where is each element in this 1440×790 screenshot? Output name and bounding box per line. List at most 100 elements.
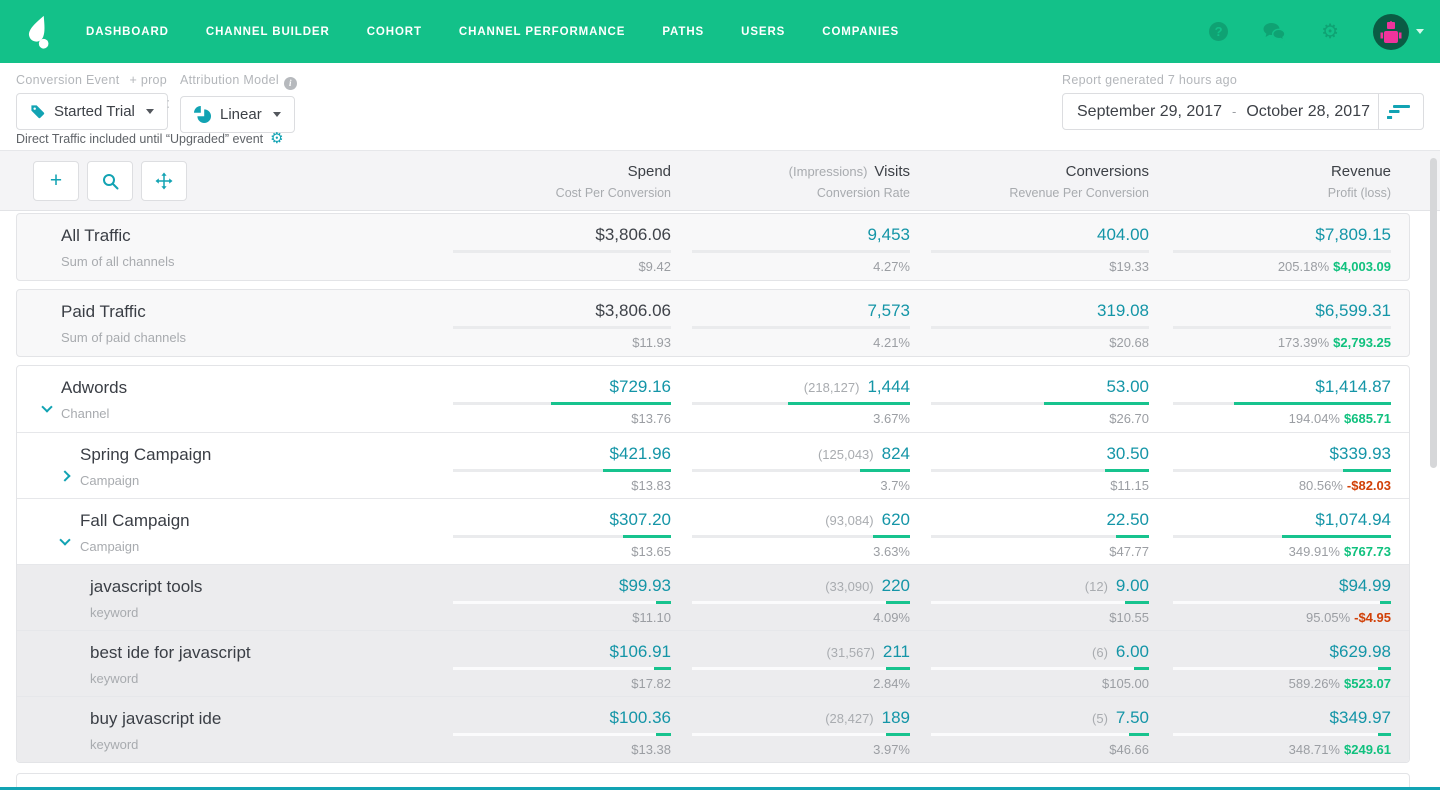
table-toolbar: + <box>33 151 432 210</box>
conversion-event-label: Conversion Event+ prop <box>16 73 168 87</box>
nav-item-channel-builder[interactable]: CHANNEL BUILDER <box>206 26 330 38</box>
column-header-revenue[interactable]: Revenue Profit (loss) <box>1149 151 1391 210</box>
table-row-spring-campaign: Spring CampaignCampaign $421.96$13.83 (1… <box>17 432 1409 498</box>
revenue-cell[interactable]: $7,809.15205.18%$4,003.09 <box>1149 214 1391 280</box>
revenue-cell[interactable]: $349.97348.71%$249.61 <box>1149 697 1391 762</box>
add-channel-button[interactable]: + <box>33 161 79 201</box>
spend-cell[interactable]: $729.16$13.76 <box>432 366 671 432</box>
spend-cell[interactable]: $3,806.06$11.93 <box>432 290 671 356</box>
table-row: Paid Traffic Sum of paid channels $3,806.… <box>17 290 1409 356</box>
nav-item-dashboard[interactable]: DASHBOARD <box>86 26 169 38</box>
note-settings-gear-icon[interactable]: ⚙ <box>270 131 283 146</box>
row-title[interactable]: javascript tools <box>33 565 432 597</box>
date-range-picker[interactable]: September 29, 2017 - October 28, 2017 <box>1062 93 1424 130</box>
row-title[interactable]: Fall Campaign <box>33 499 432 531</box>
conversions-cell[interactable]: (12)9.00$10.55 <box>910 565 1149 630</box>
visits-cell[interactable]: (218,127)1,4443.67% <box>671 366 910 432</box>
conversions-cell[interactable]: 22.50$47.77 <box>910 499 1149 564</box>
conversions-cell[interactable]: (5)7.50$46.66 <box>910 697 1149 762</box>
date-start: September 29, 2017 <box>1077 103 1222 121</box>
tag-icon <box>30 104 45 119</box>
revenue-cell[interactable]: $94.9995.05%-$4.95 <box>1149 565 1391 630</box>
row-title[interactable]: All Traffic <box>33 214 432 246</box>
conversions-cell[interactable]: 30.50$11.15 <box>910 433 1149 498</box>
row-title[interactable]: Spring Campaign <box>33 433 432 465</box>
visits-cell[interactable]: (28,427)1893.97% <box>671 697 910 762</box>
row-title[interactable]: Adwords <box>33 366 432 398</box>
profit-value: $685.71 <box>1344 411 1391 426</box>
visits-cell[interactable]: (125,043)8243.7% <box>671 433 910 498</box>
revenue-cell[interactable]: $1,074.94349.91%$767.73 <box>1149 499 1391 564</box>
spend-cell[interactable]: $421.96$13.83 <box>432 433 671 498</box>
spend-cell[interactable]: $3,806.06$9.42 <box>432 214 671 280</box>
row-type: keyword <box>33 605 432 620</box>
chevron-down-icon <box>273 112 281 117</box>
nav-item-cohort[interactable]: COHORT <box>367 26 422 38</box>
direct-traffic-note: Direct Traffic included until “Upgraded”… <box>16 131 284 146</box>
settings-gear-icon[interactable]: ⚙ <box>1321 22 1339 42</box>
attribution-app: DASHBOARD CHANNEL BUILDER COHORT CHANNEL… <box>0 0 1440 790</box>
chevron-down-icon <box>1416 29 1424 34</box>
visits-cell[interactable]: 7,5734.21% <box>671 290 910 356</box>
add-prop-link[interactable]: + prop <box>129 73 167 87</box>
spend-cell[interactable]: $307.20$13.65 <box>432 499 671 564</box>
row-type: keyword <box>33 671 432 686</box>
conversions-cell[interactable]: (6)6.00$105.00 <box>910 631 1149 696</box>
visits-cell[interactable]: (93,084)6203.63% <box>671 499 910 564</box>
move-button[interactable] <box>141 161 187 201</box>
row-type: Sum of paid channels <box>33 330 432 345</box>
user-menu[interactable] <box>1373 14 1424 50</box>
table-row-fall-campaign: Fall CampaignCampaign $307.20$13.65 (93,… <box>17 498 1409 564</box>
row-title[interactable]: best ide for javascript <box>33 631 432 663</box>
profit-value: -$82.03 <box>1347 478 1391 493</box>
conversion-event-value: Started Trial <box>54 103 135 120</box>
conversions-cell[interactable]: 404.00$19.33 <box>910 214 1149 280</box>
vertical-scrollbar[interactable] <box>1430 158 1437 468</box>
card-paid-traffic: Paid Traffic Sum of paid channels $3,806.… <box>16 289 1410 357</box>
card-channels: AdwordsChannel $729.16$13.76 (218,127)1,… <box>16 365 1410 763</box>
move-icon <box>155 172 173 190</box>
visits-cell[interactable]: 9,4534.27% <box>671 214 910 280</box>
spend-cell[interactable]: $106.91$17.82 <box>432 631 671 696</box>
conversion-event-dropdown[interactable]: Started Trial <box>16 93 168 130</box>
table-row-adwords: AdwordsChannel $729.16$13.76 (218,127)1,… <box>17 366 1409 432</box>
info-icon[interactable]: i <box>284 77 297 90</box>
attribution-model-dropdown[interactable]: Linear <box>180 96 295 133</box>
report-generated-label: Report generated 7 hours ago <box>1062 73 1424 87</box>
attribution-model-label: Attribution Modeli <box>180 73 297 90</box>
column-header-conversions[interactable]: Conversions Revenue Per Conversion <box>910 151 1149 210</box>
row-title[interactable]: Paid Traffic <box>33 290 432 322</box>
nav-item-paths[interactable]: PATHS <box>662 26 704 38</box>
column-header-visits[interactable]: (Impressions)Visits Conversion Rate <box>671 151 910 210</box>
card-all-traffic: All TrafficSum of all channels $3,806.06… <box>16 213 1410 281</box>
profit-value: $767.73 <box>1344 544 1391 559</box>
revenue-cell[interactable]: $629.98589.26%$523.07 <box>1149 631 1391 696</box>
profit-value: $2,793.25 <box>1333 335 1391 350</box>
row-title[interactable]: buy javascript ide <box>33 697 432 729</box>
app-logo[interactable] <box>20 12 60 52</box>
table-row-keyword: best ide for javascript keyword $106.91$1… <box>17 630 1409 696</box>
conversions-cell[interactable]: 319.08$20.68 <box>910 290 1149 356</box>
profit-value: $249.61 <box>1344 742 1391 757</box>
nav-item-channel-performance[interactable]: CHANNEL PERFORMANCE <box>459 26 625 38</box>
nav-item-users[interactable]: USERS <box>741 26 785 38</box>
revenue-cell[interactable]: $6,599.31173.39%$2,793.25 <box>1149 290 1391 356</box>
visits-cell[interactable]: (31,567)2112.84% <box>671 631 910 696</box>
revenue-cell[interactable]: $339.9380.56%-$82.03 <box>1149 433 1391 498</box>
table-row-keyword: javascript tools keyword $99.93$11.10 (33… <box>17 564 1409 630</box>
nav-item-companies[interactable]: COMPANIES <box>822 26 899 38</box>
visits-cell[interactable]: (33,090)2204.09% <box>671 565 910 630</box>
impressions-label: (Impressions) <box>789 164 868 179</box>
chat-icon[interactable] <box>1262 22 1287 42</box>
filter-icon[interactable] <box>1379 105 1423 119</box>
spend-cell[interactable]: $100.36$13.38 <box>432 697 671 762</box>
avatar <box>1373 14 1409 50</box>
top-nav: DASHBOARD CHANNEL BUILDER COHORT CHANNEL… <box>0 0 1440 63</box>
revenue-cell[interactable]: $1,414.87194.04%$685.71 <box>1149 366 1391 432</box>
help-icon[interactable]: ? <box>1209 22 1228 41</box>
conversions-cell[interactable]: 53.00$26.70 <box>910 366 1149 432</box>
spend-cell[interactable]: $99.93$11.10 <box>432 565 671 630</box>
channel-table: All TrafficSum of all channels $3,806.06… <box>0 211 1440 790</box>
search-button[interactable] <box>87 161 133 201</box>
column-header-spend[interactable]: Spend Cost Per Conversion <box>432 151 671 210</box>
